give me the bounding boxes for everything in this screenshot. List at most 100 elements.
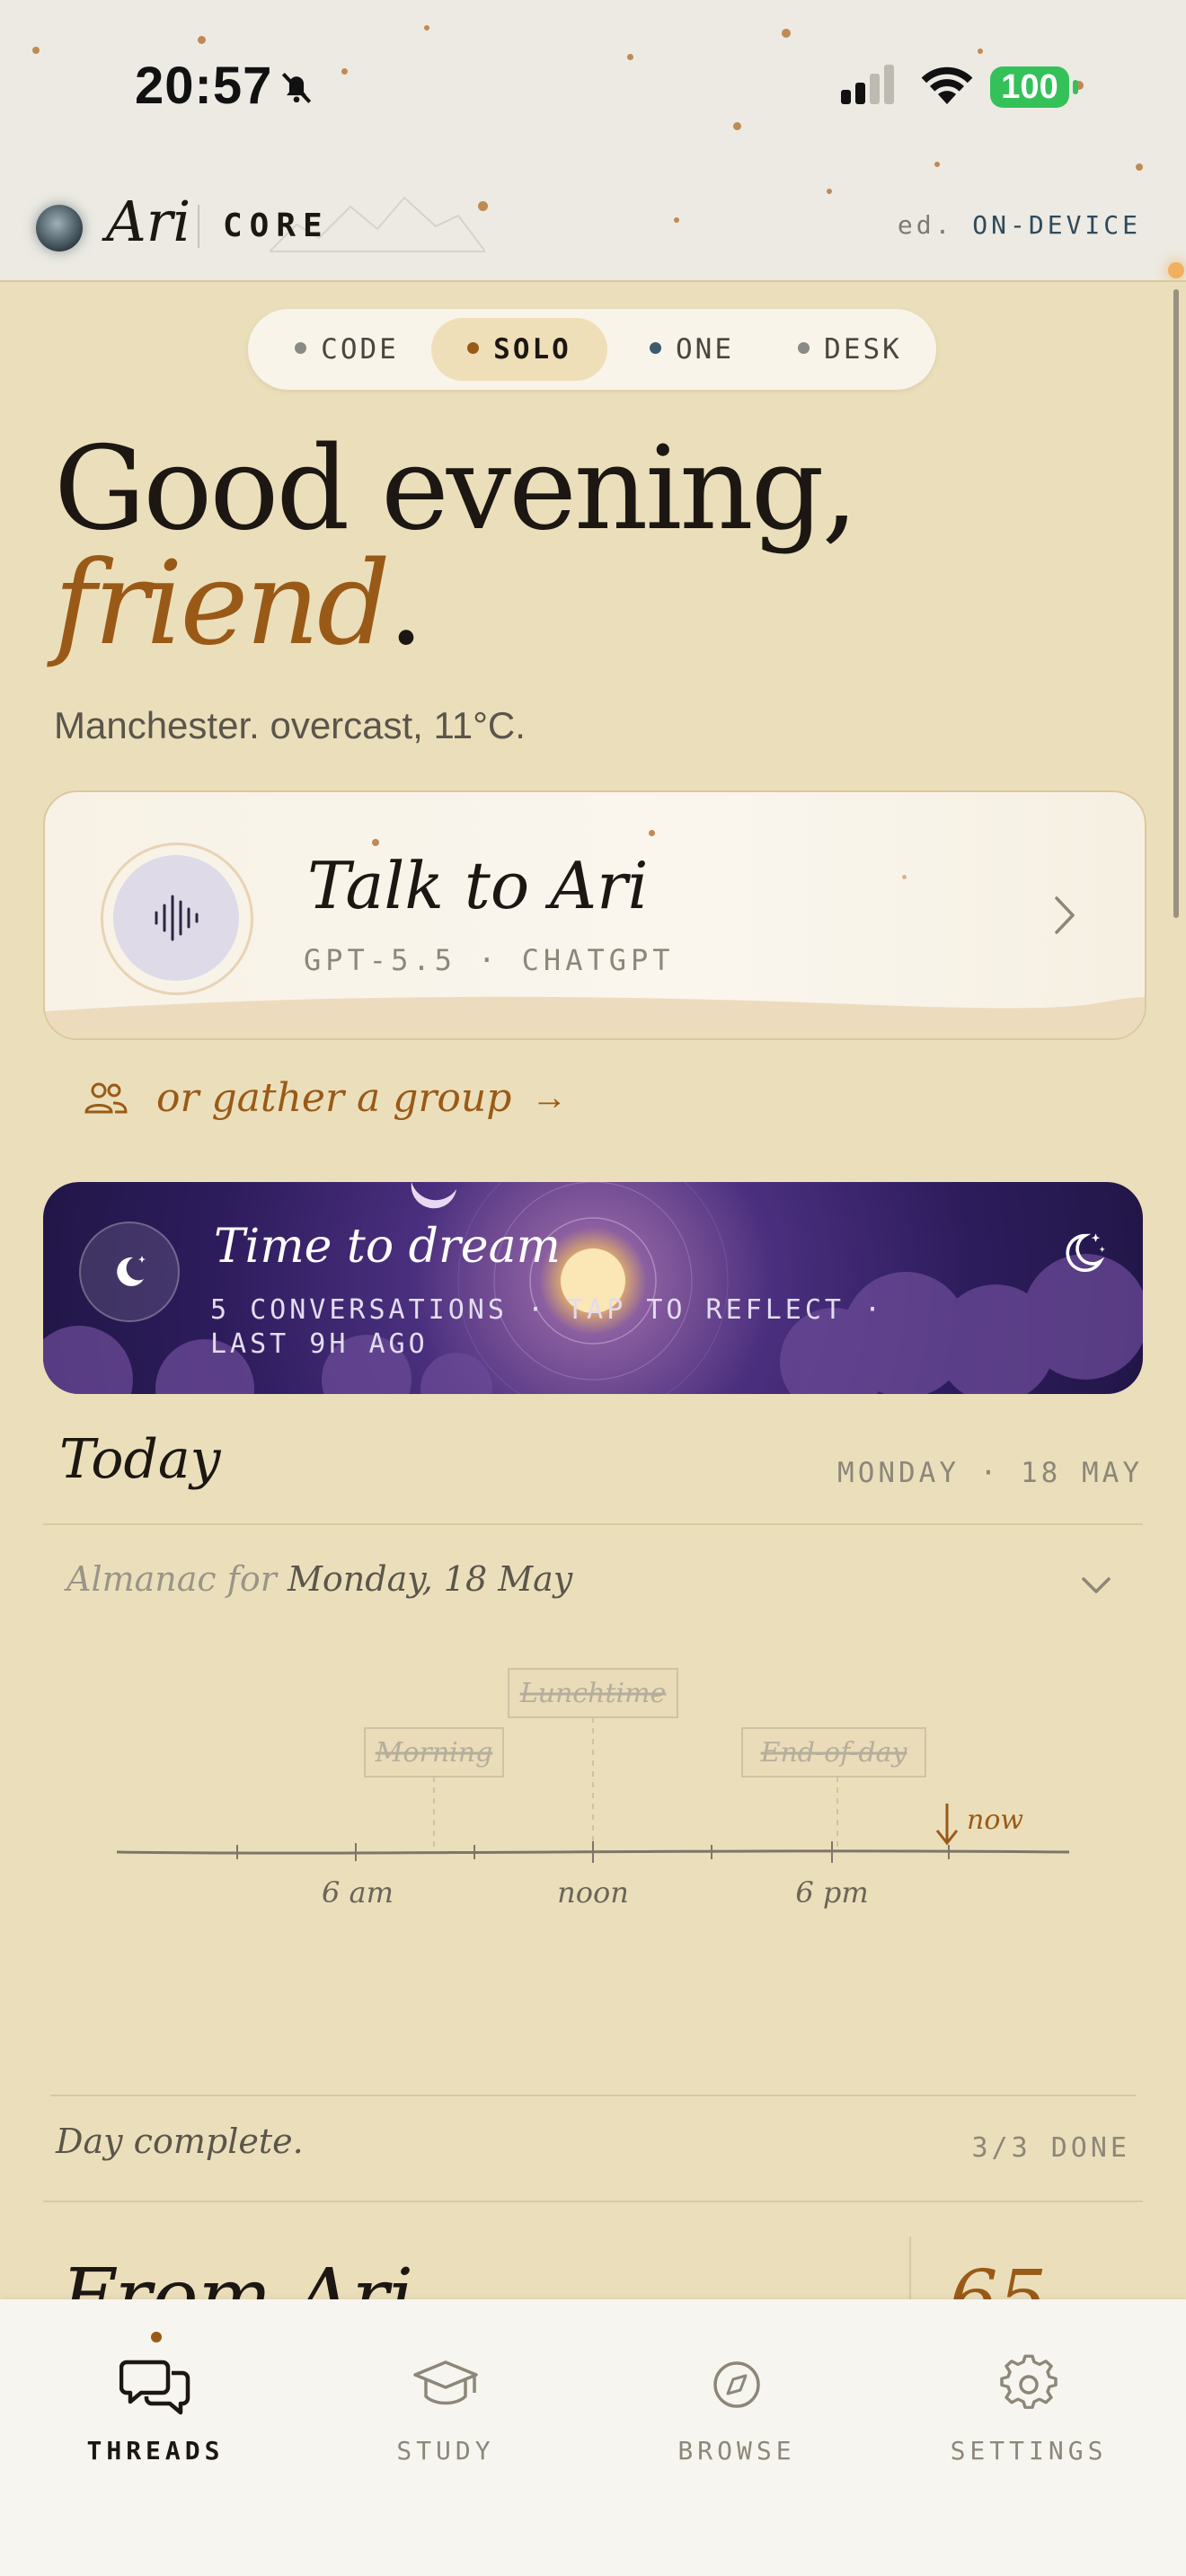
- decor-dot: [627, 54, 633, 60]
- gather-group-link[interactable]: or gather a group →: [83, 1071, 567, 1125]
- moon-stars-icon: [1066, 1233, 1105, 1273]
- tab-label: STUDY: [396, 2436, 495, 2466]
- mode-solo[interactable]: SOLO: [431, 318, 607, 381]
- decor-dot: [978, 49, 983, 54]
- mode-one[interactable]: ONE: [620, 318, 764, 381]
- decor-dot: [372, 839, 379, 846]
- chevron-right-icon: [1055, 896, 1075, 934]
- signal-icon: [841, 65, 894, 104]
- greeting-line-2: friend.: [54, 537, 425, 671]
- decor-dot: [32, 47, 40, 54]
- done-count: 3/3 DONE: [971, 2132, 1130, 2164]
- today-title: Today: [59, 1428, 221, 1491]
- tab-label: SETTINGS: [950, 2436, 1108, 2466]
- tab-label: THREADS: [86, 2436, 225, 2466]
- decor-dot: [198, 36, 206, 44]
- moon-stars-icon: [117, 1256, 146, 1286]
- now-label: now: [967, 1804, 1023, 1836]
- divider: [50, 2095, 1136, 2096]
- battery-tip: [1073, 80, 1078, 94]
- day-timeline: Morning Lunchtime End-of-day 6 am noon 6…: [116, 1668, 1070, 1910]
- today-date: MONDAY · 18 MAY: [837, 1457, 1143, 1489]
- top-bar: 20:57 100 Ari CORE ed. ON-DEVICE: [0, 0, 1186, 282]
- mode-selector: CODE SOLO ONE DESK: [248, 309, 936, 390]
- talk-to-ari-card[interactable]: Talk to Ari GPT-5.5 · CHATGPT: [43, 790, 1146, 1040]
- event-lunchtime: Lunchtime: [519, 1678, 667, 1709]
- decor-dot: [649, 830, 655, 836]
- almanac-date: Monday, 18 May: [287, 1559, 573, 1599]
- tab-threads[interactable]: THREADS: [30, 2353, 281, 2466]
- mode-dot: [798, 342, 810, 354]
- dream-card[interactable]: Time to dream 5 CONVERSATIONS · TAP TO R…: [43, 1182, 1143, 1394]
- tab-browse[interactable]: BROWSE: [611, 2353, 863, 2466]
- scroll-indicator[interactable]: [1173, 289, 1179, 918]
- dream-title: Time to dream: [214, 1220, 561, 1274]
- chevron-down-icon[interactable]: [1078, 1574, 1114, 1597]
- divider: [43, 2201, 1143, 2202]
- mode-label: SOLO: [493, 333, 571, 366]
- edition-prefix: ed.: [897, 210, 954, 240]
- tick-6am: 6 am: [322, 1875, 394, 1910]
- brand-sub: CORE: [223, 207, 330, 244]
- almanac-prefix: Almanac for: [66, 1559, 277, 1599]
- almanac-header[interactable]: Almanac for Monday, 18 May: [66, 1559, 572, 1599]
- divider: [43, 1523, 1143, 1525]
- greeting-punct: .: [387, 537, 425, 671]
- bell-muted-icon: [281, 72, 312, 103]
- decor-dot: [827, 189, 832, 194]
- arrow-right-icon: →: [531, 1077, 568, 1117]
- graduation-cap-icon: [413, 2360, 478, 2405]
- greeting-line-1: Good evening,: [54, 422, 858, 556]
- decor-dot: [934, 162, 940, 167]
- edition-value: ON-DEVICE: [972, 210, 1141, 240]
- mode-dot: [295, 342, 307, 354]
- tick-6pm: 6 pm: [795, 1875, 868, 1910]
- weather-text: Manchester. overcast, 11°C.: [54, 704, 526, 746]
- model-subtitle: GPT-5.5 · CHATGPT: [304, 943, 675, 977]
- decor-dot: [733, 122, 741, 130]
- tab-label: BROWSE: [677, 2436, 796, 2466]
- chat-bubbles-icon: [119, 2360, 190, 2415]
- decor-dot: [674, 217, 679, 223]
- battery-indicator: 100: [990, 66, 1069, 108]
- status-time: 20:57: [135, 57, 273, 115]
- ari-orb-icon[interactable]: [36, 205, 83, 251]
- now-arrow-icon: [935, 1804, 959, 1846]
- card-wave-decor: [45, 996, 1145, 1038]
- event-morning: Morning: [375, 1737, 493, 1769]
- compass-icon: [713, 2361, 760, 2408]
- gear-icon: [1000, 2354, 1058, 2409]
- decor-dot: [424, 25, 429, 31]
- mode-dot: [467, 342, 480, 354]
- header-divider: [0, 280, 1186, 282]
- decor-dot: [782, 29, 791, 38]
- dream-subtitle: 5 CONVERSATIONS · TAP TO REFLECT · LAST …: [210, 1294, 885, 1360]
- event-end-of-day: End-of-day: [760, 1737, 908, 1769]
- decor-dot: [341, 68, 348, 75]
- brand-name: Ari: [106, 189, 191, 254]
- mode-dot: [650, 342, 661, 354]
- day-complete-label: Day complete.: [56, 2122, 304, 2161]
- mode-label: CODE: [321, 333, 399, 366]
- talk-title: Talk to Ari: [307, 848, 649, 923]
- wifi-icon: [921, 66, 973, 104]
- mode-label: DESK: [824, 333, 902, 366]
- tab-study[interactable]: STUDY: [320, 2353, 571, 2466]
- greeting-name: friend: [54, 537, 391, 671]
- decor-glow: [1168, 262, 1184, 278]
- tick-noon: noon: [557, 1875, 629, 1910]
- tab-bar: THREADS STUDY BROWSE SETTINGS: [0, 2299, 1186, 2576]
- group-icon: [84, 1082, 128, 1114]
- active-tab-dot: [151, 2332, 162, 2342]
- dream-scene-decor: [43, 1182, 1143, 1394]
- edition-label: ed. ON-DEVICE: [898, 210, 1141, 240]
- group-link-label: or gather a group: [156, 1074, 512, 1121]
- decor-dot: [902, 875, 907, 879]
- voice-waveform-icon: [155, 895, 199, 941]
- dream-moon-button[interactable]: [79, 1222, 180, 1322]
- tab-settings[interactable]: SETTINGS: [903, 2353, 1155, 2466]
- mode-desk[interactable]: DESK: [769, 318, 931, 381]
- mode-code[interactable]: CODE: [275, 318, 419, 381]
- mode-label: ONE: [676, 333, 734, 366]
- decor-dot: [1136, 163, 1143, 171]
